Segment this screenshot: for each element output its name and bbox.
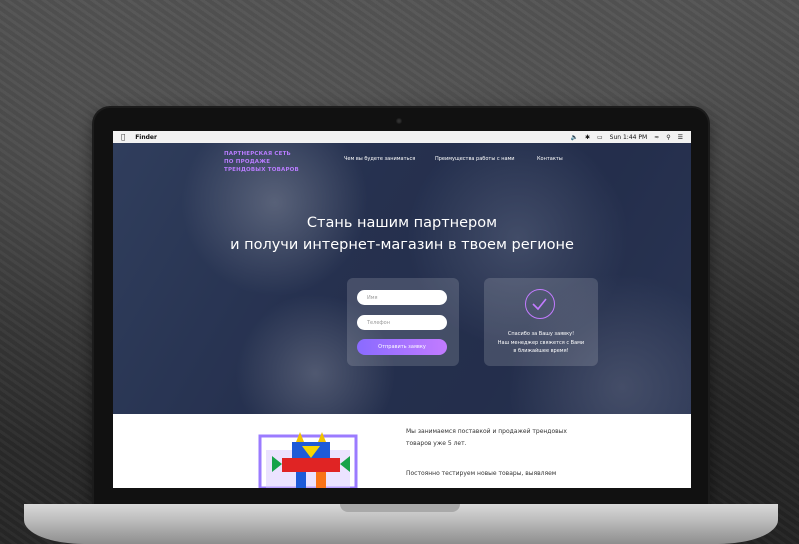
logo-line-3: ТРЕНДОВЫХ ТОВАРОВ: [224, 167, 299, 173]
site-logo[interactable]: ПАРТНЕРСКАЯ СЕТЬ ПО ПРОДАЖЕ ТРЕНДОВЫХ ТО…: [224, 150, 299, 174]
nav-link-activities[interactable]: Чем вы будете заниматься: [344, 156, 415, 162]
list-icon[interactable]: ☰: [678, 134, 683, 141]
hero-section: ПАРТНЕРСКАЯ СЕТЬ ПО ПРОДАЖЕ ТРЕНДОВЫХ ТО…: [113, 143, 691, 414]
about-paragraph-2: Постоянно тестируем новые товары, выявля…: [406, 470, 557, 477]
app-name[interactable]: Finder: [135, 134, 157, 141]
thanks-card: Спасибо за Вашу заявку! Наш менеджер свя…: [484, 278, 598, 366]
about-paragraph-1: Мы занимаемся поставкой и продажей тренд…: [406, 426, 606, 450]
battery-icon[interactable]: ▭: [597, 134, 603, 141]
request-form: Имя Телефон Отправить заявку: [347, 278, 459, 366]
camera-icon: [396, 118, 402, 124]
laptop-screen:  Finder 🔈 ✱ ▭ Sun 1:44 PM ≈ ⚲ ☰ ПАРТНЕР…: [113, 131, 691, 488]
thanks-message: Спасибо за Вашу заявку! Наш менеджер свя…: [488, 330, 594, 356]
checkmark-icon: [532, 298, 547, 311]
bluetooth-icon[interactable]: ✱: [585, 134, 590, 141]
name-input[interactable]: Имя: [357, 290, 447, 305]
thanks-line-1: Спасибо за Вашу заявку!: [507, 331, 575, 337]
mac-menubar:  Finder 🔈 ✱ ▭ Sun 1:44 PM ≈ ⚲ ☰: [113, 131, 691, 143]
about-line-2: товаров уже 5 лет.: [406, 440, 467, 447]
thanks-line-2: Наш менеджер свяжется с Вами: [497, 339, 585, 346]
apple-icon[interactable]: : [121, 133, 125, 141]
hero-title-line-2: и получи интернет-магазин в твоем регион…: [230, 237, 574, 253]
submit-button[interactable]: Отправить заявку: [357, 339, 447, 355]
logo-line-1: ПАРТНЕРСКАЯ СЕТЬ: [224, 151, 291, 157]
hero-title-line-1: Стань нашим партнером: [306, 215, 498, 231]
thanks-line-3: в ближайшее время!: [513, 348, 569, 354]
nav-link-advantages[interactable]: Преимущества работы с нами: [435, 156, 515, 162]
check-circle-icon: [525, 289, 555, 319]
about-line-1: Мы занимаемся поставкой и продажей тренд…: [406, 428, 567, 435]
about-section: Мы занимаемся поставкой и продажей тренд…: [113, 414, 691, 488]
hero-title: Стань нашим партнером и получи интернет-…: [113, 212, 691, 256]
search-icon[interactable]: ⚲: [666, 134, 670, 141]
volume-icon[interactable]: 🔈: [570, 134, 577, 141]
clock[interactable]: Sun 1:44 PM: [610, 134, 648, 141]
nav-link-contacts[interactable]: Контакты: [537, 156, 563, 162]
logo-line-2: ПО ПРОДАЖЕ: [224, 159, 271, 165]
phone-input[interactable]: Телефон: [357, 315, 447, 330]
menubar-status: 🔈 ✱ ▭ Sun 1:44 PM ≈ ⚲ ☰: [570, 134, 683, 141]
magnetic-toy-image: [258, 432, 358, 488]
wifi-icon[interactable]: ≈: [654, 134, 659, 141]
laptop-notch: [340, 504, 460, 512]
